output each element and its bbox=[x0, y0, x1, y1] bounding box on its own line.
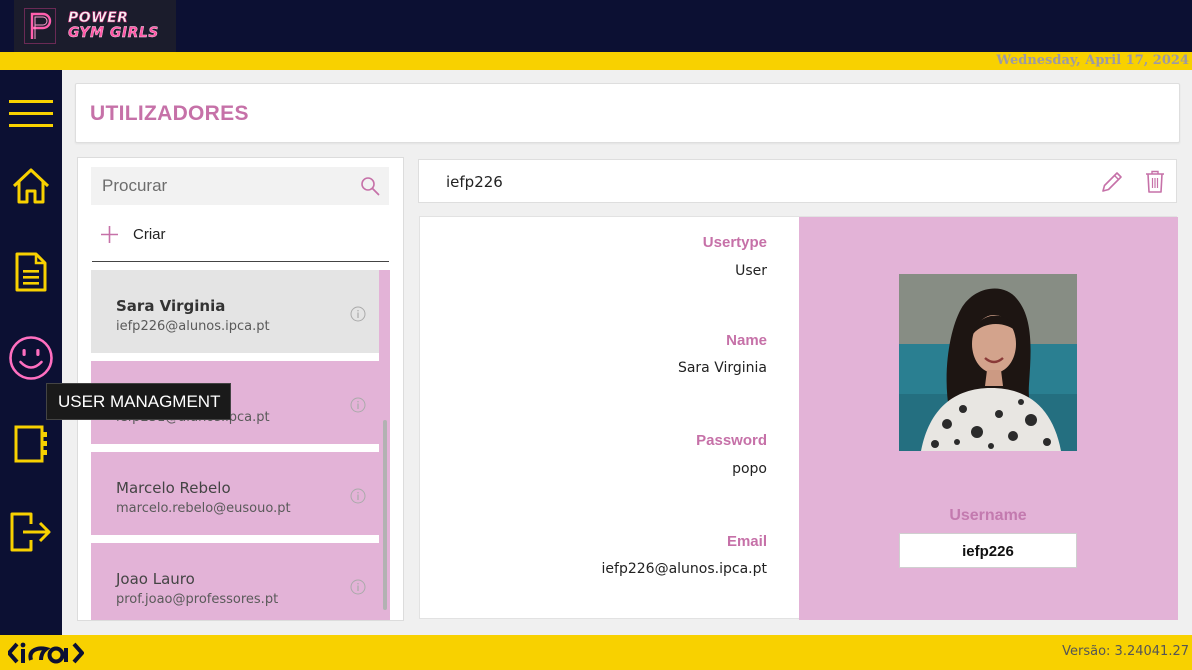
search-input[interactable] bbox=[91, 167, 351, 205]
pencil-icon[interactable] bbox=[1100, 170, 1124, 194]
create-user-button[interactable]: Criar bbox=[100, 221, 166, 247]
sidebar bbox=[0, 70, 62, 635]
sidebar-item-logout[interactable] bbox=[0, 502, 62, 562]
search-icon[interactable] bbox=[360, 176, 380, 196]
list-item-email: marcelo.rebelo@eusouo.pt bbox=[116, 501, 291, 516]
logout-icon bbox=[10, 512, 51, 552]
notebook-icon bbox=[14, 425, 47, 463]
detail-fields: Usertype User Name Sara Virginia Passwor… bbox=[420, 217, 799, 620]
app-logo: POWER GYM GIRLS bbox=[14, 0, 176, 52]
detail-header: iefp226 bbox=[418, 159, 1177, 203]
list-item-name: Marcelo Rebelo bbox=[116, 479, 231, 497]
profile-panel: Username iefp226 bbox=[799, 217, 1178, 620]
info-icon[interactable] bbox=[350, 579, 366, 595]
plus-icon bbox=[101, 225, 118, 243]
logo-line2: GYM GIRLS bbox=[68, 25, 159, 41]
field-label-email: Email bbox=[726, 533, 767, 550]
ipca-logo-icon bbox=[8, 642, 84, 664]
info-icon[interactable] bbox=[350, 306, 366, 322]
username-label: Username bbox=[949, 507, 1027, 524]
field-value-usertype: User bbox=[735, 263, 767, 279]
scrollbar-thumb[interactable] bbox=[383, 420, 387, 610]
detail-body: Usertype User Name Sara Virginia Passwor… bbox=[419, 216, 1178, 620]
field-value-name: Sara Virginia bbox=[677, 360, 767, 376]
search-box bbox=[91, 167, 389, 205]
list-item-email: iefp226@alunos.ipca.pt bbox=[116, 319, 270, 334]
current-date: Wednesday, April 17, 2024 bbox=[996, 53, 1189, 68]
create-user-label: Criar bbox=[133, 225, 166, 243]
sidebar-tooltip: USER MANAGMENT bbox=[46, 383, 231, 420]
info-icon[interactable] bbox=[350, 397, 366, 413]
home-icon bbox=[12, 168, 50, 204]
hamburger-menu-icon bbox=[9, 100, 53, 127]
user-list: Sara Virginia iefp226@alunos.ipca.pt ief… bbox=[91, 270, 390, 620]
list-item-name: Joao Lauro bbox=[116, 570, 195, 588]
top-bar: POWER GYM GIRLS bbox=[0, 0, 1192, 52]
field-label-name: Name bbox=[726, 332, 767, 349]
trash-icon[interactable] bbox=[1145, 170, 1165, 194]
logo-p-icon bbox=[24, 8, 56, 44]
field-value-email: iefp226@alunos.ipca.pt bbox=[601, 561, 767, 577]
list-item[interactable]: Joao Lauro prof.joao@professores.pt bbox=[91, 543, 379, 620]
list-item-name: Sara Virginia bbox=[116, 297, 226, 315]
field-label-usertype: Usertype bbox=[702, 234, 767, 251]
sidebar-item-documents[interactable] bbox=[0, 242, 62, 302]
list-item[interactable]: Sara Virginia iefp226@alunos.ipca.pt bbox=[91, 270, 379, 353]
list-item-email: prof.joao@professores.pt bbox=[116, 592, 279, 607]
smiley-icon bbox=[9, 336, 53, 380]
user-photo bbox=[899, 274, 1077, 451]
document-icon bbox=[15, 252, 47, 292]
date-bar: Wednesday, April 17, 2024 bbox=[0, 52, 1192, 70]
list-item[interactable]: Marcelo Rebelo marcelo.rebelo@eusouo.pt bbox=[91, 452, 379, 535]
sidebar-item-user-management[interactable] bbox=[0, 328, 62, 388]
sidebar-item-home[interactable] bbox=[0, 156, 62, 216]
logo-line1: POWER bbox=[68, 10, 129, 26]
field-label-password: Password bbox=[696, 432, 767, 449]
sidebar-item-notebook[interactable] bbox=[0, 414, 62, 474]
detail-username: iefp226 bbox=[446, 173, 503, 191]
field-value-password: popo bbox=[732, 461, 767, 477]
list-divider bbox=[92, 261, 389, 262]
page-header: UTILIZADORES bbox=[75, 83, 1180, 143]
page-title: UTILIZADORES bbox=[90, 102, 249, 125]
info-icon[interactable] bbox=[350, 488, 366, 504]
app-version: Versão: 3.24041.27 bbox=[1062, 644, 1189, 659]
footer: Versão: 3.24041.27 bbox=[0, 635, 1192, 670]
sidebar-menu-toggle[interactable] bbox=[0, 84, 62, 144]
username-value: iefp226 bbox=[899, 533, 1077, 568]
